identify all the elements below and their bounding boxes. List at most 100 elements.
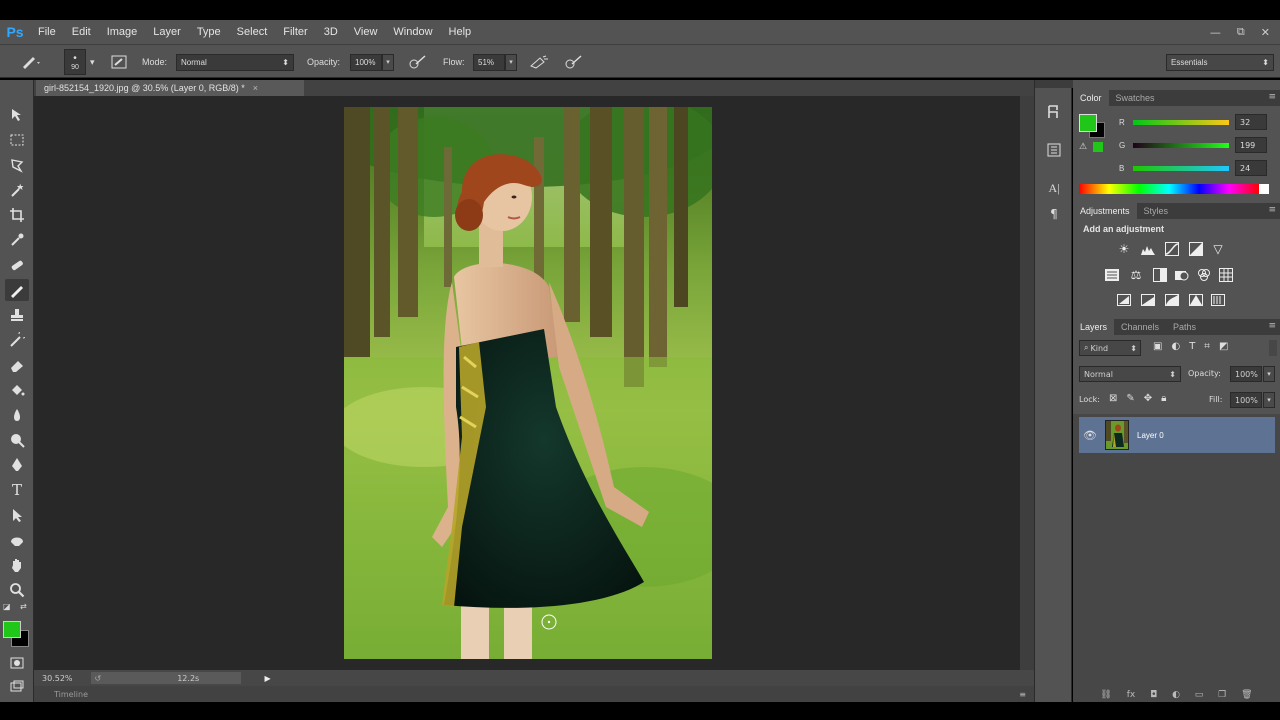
tab-swatches[interactable]: Swatches [1109, 90, 1162, 106]
pressure-size-icon[interactable] [564, 53, 584, 71]
restore-button[interactable]: ⧉ [1237, 25, 1245, 39]
fg-color-chip[interactable] [1079, 114, 1097, 132]
workspace-switcher[interactable]: Essentials ⬍ [1166, 53, 1274, 71]
layer-kind-filter[interactable]: ⌕ Kind ⬍ [1079, 340, 1141, 356]
visibility-eye-icon[interactable]: 👁︎ [1079, 429, 1101, 442]
eyedropper-tool-icon[interactable] [5, 229, 29, 251]
threshold-icon[interactable] [1163, 291, 1181, 309]
blue-slider[interactable] [1133, 165, 1229, 171]
menu-file[interactable]: File [30, 26, 64, 38]
tab-styles[interactable]: Styles [1137, 203, 1176, 219]
document-canvas-image[interactable] [344, 107, 712, 659]
history-brush-tool-icon[interactable] [5, 329, 29, 351]
blue-value[interactable]: 24 [1235, 160, 1267, 176]
minimize-button[interactable]: — [1210, 26, 1221, 39]
blend-mode-select[interactable]: Normal ⬍ [1079, 366, 1181, 382]
invert-icon[interactable] [1115, 291, 1133, 309]
vertical-scrollbar[interactable] [1020, 96, 1034, 670]
tab-paths[interactable]: Paths [1166, 319, 1203, 335]
zoom-tool-icon[interactable] [5, 579, 29, 601]
move-tool-icon[interactable] [5, 104, 29, 126]
screen-mode-icon[interactable] [5, 676, 29, 698]
document-tab[interactable]: girl-852154_1920.jpg @ 30.5% (Layer 0, R… [36, 80, 304, 96]
exposure-icon[interactable] [1187, 240, 1205, 258]
panel-menu-icon[interactable]: ≡ [1019, 690, 1026, 699]
chevron-down-icon[interactable]: ▾ [90, 53, 95, 71]
curves-icon[interactable] [1163, 240, 1181, 258]
filter-toggle-icon[interactable] [1269, 340, 1277, 356]
opacity-input[interactable]: 100% [350, 53, 382, 71]
pressure-opacity-icon[interactable] [408, 53, 428, 71]
blur-tool-icon[interactable] [5, 404, 29, 426]
close-button[interactable]: ✕ [1261, 26, 1270, 39]
pen-tool-icon[interactable] [5, 454, 29, 476]
hue-saturation-icon[interactable] [1103, 266, 1121, 284]
clone-stamp-tool-icon[interactable] [5, 304, 29, 326]
pixel-filter-icon[interactable]: ▣ [1153, 341, 1162, 352]
link-layers-icon[interactable]: ⛓ [1100, 690, 1111, 700]
marquee-tool-icon[interactable] [5, 129, 29, 151]
fill-input[interactable]: 100% [1230, 392, 1262, 408]
selective-color-icon[interactable] [1187, 291, 1205, 309]
menu-edit[interactable]: Edit [64, 26, 99, 38]
quick-selection-tool-icon[interactable] [5, 179, 29, 201]
dodge-tool-icon[interactable] [5, 429, 29, 451]
brush-tool-icon[interactable] [5, 279, 29, 301]
photo-filter-icon[interactable] [1173, 266, 1191, 284]
levels-icon[interactable] [1139, 240, 1157, 258]
posterize-icon[interactable] [1139, 291, 1157, 309]
tab-color[interactable]: Color [1073, 90, 1109, 106]
color-lookup-icon[interactable] [1217, 266, 1235, 284]
timeline-panel-header[interactable]: Timeline ≡ [34, 686, 1034, 702]
menu-filter[interactable]: Filter [275, 26, 315, 38]
menu-type[interactable]: Type [189, 26, 229, 38]
layer-opacity-dropdown-icon[interactable]: ▾ [1263, 366, 1275, 382]
shape-filter-icon[interactable]: ⌗ [1204, 341, 1210, 352]
menu-image[interactable]: Image [99, 26, 146, 38]
fill-dropdown-icon[interactable]: ▾ [1263, 392, 1275, 408]
brightness-contrast-icon[interactable]: ☀ [1115, 240, 1133, 258]
red-slider[interactable] [1133, 119, 1229, 125]
panel-menu-icon[interactable]: ≡ [1268, 205, 1276, 215]
status-menu-arrow-icon[interactable]: ▶ [265, 674, 271, 683]
airbrush-icon[interactable] [528, 53, 550, 71]
panel-menu-icon[interactable]: ≡ [1268, 321, 1276, 331]
adjustment-filter-icon[interactable]: ◐ [1171, 341, 1180, 352]
layer-name[interactable]: Layer 0 [1137, 431, 1164, 440]
menu-help[interactable]: Help [441, 26, 480, 38]
document-info-field[interactable]: ↺ 12.2s [90, 672, 241, 684]
gradient-map-icon[interactable] [1209, 291, 1227, 309]
delete-layer-icon[interactable]: 🗑︎ [1241, 690, 1252, 700]
add-mask-icon[interactable]: ◘ [1150, 690, 1157, 700]
channel-mixer-icon[interactable] [1195, 266, 1213, 284]
custom-shape-tool-icon[interactable] [5, 529, 29, 551]
color-balance-icon[interactable]: ⚖ [1127, 266, 1145, 284]
default-colors-icon[interactable]: ◪ [3, 602, 11, 611]
zoom-level[interactable]: 30.52% [42, 674, 73, 683]
lock-transparent-icon[interactable]: ⊠ [1109, 393, 1117, 404]
path-selection-tool-icon[interactable] [5, 504, 29, 526]
layer-row[interactable]: 👁︎ Layer 0 [1079, 417, 1275, 453]
lasso-tool-icon[interactable] [5, 154, 29, 176]
lock-pixels-icon[interactable]: ✎ [1126, 393, 1134, 404]
healing-brush-tool-icon[interactable] [5, 254, 29, 276]
brush-size-picker[interactable]: • 90 [64, 49, 86, 75]
menu-3d[interactable]: 3D [316, 26, 346, 38]
green-value[interactable]: 199 [1235, 137, 1267, 153]
swap-colors-icon[interactable]: ⇄ [20, 602, 27, 611]
mode-select[interactable]: Normal ⬍ [176, 53, 294, 71]
paint-bucket-tool-icon[interactable] [5, 379, 29, 401]
properties-panel-icon[interactable] [1043, 140, 1065, 160]
hand-tool-icon[interactable] [5, 554, 29, 576]
lock-all-icon[interactable]: 🔒︎ [1161, 393, 1166, 404]
eraser-tool-icon[interactable] [5, 354, 29, 376]
new-layer-icon[interactable]: ❐ [1218, 690, 1226, 700]
menu-select[interactable]: Select [229, 26, 276, 38]
tab-layers[interactable]: Layers [1073, 319, 1115, 335]
quick-mask-icon[interactable] [5, 652, 29, 674]
tab-channels[interactable]: Channels [1114, 319, 1166, 335]
layer-style-icon[interactable]: fx [1127, 690, 1136, 700]
tab-adjustments[interactable]: Adjustments [1073, 203, 1137, 219]
history-panel-icon[interactable] [1043, 102, 1065, 122]
brush-tool-preset-icon[interactable] [20, 53, 42, 71]
